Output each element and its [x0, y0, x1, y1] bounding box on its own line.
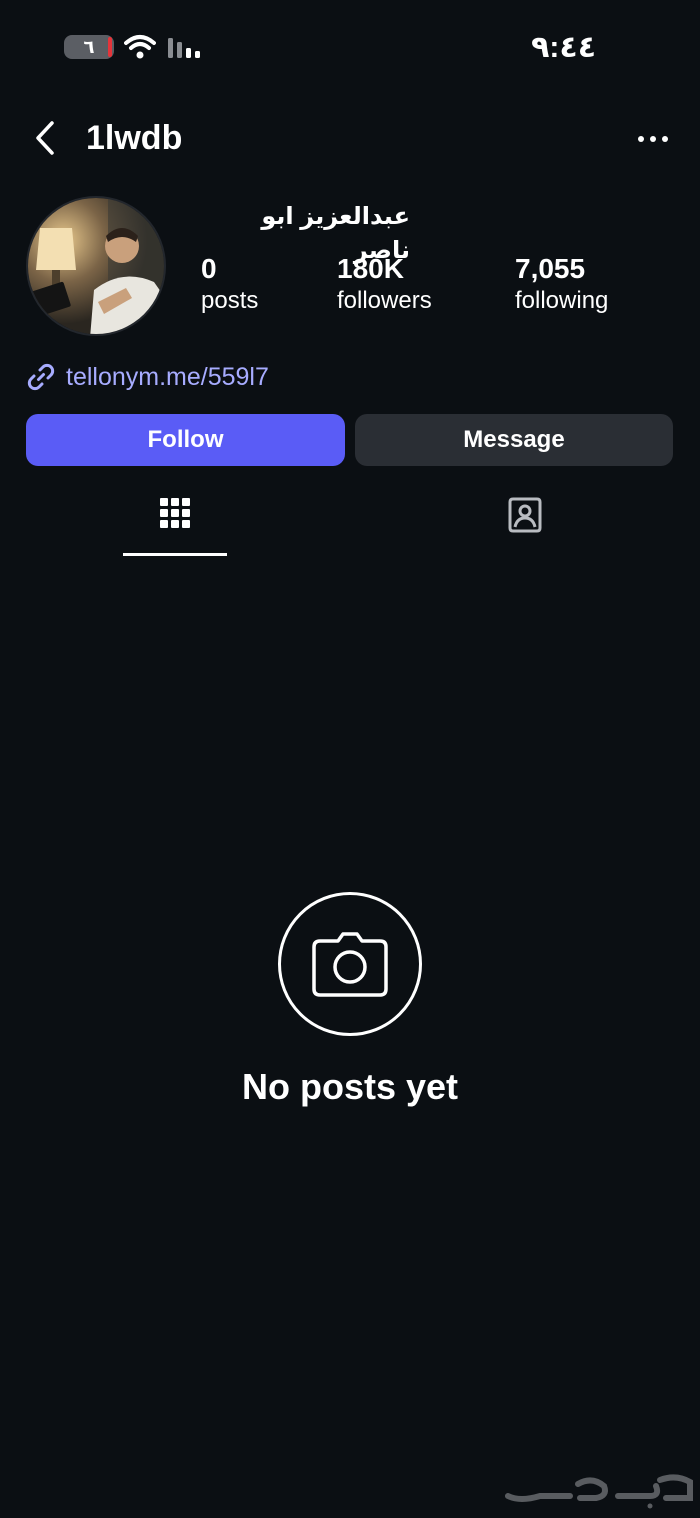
more-options-icon[interactable] — [636, 122, 670, 156]
back-arrow-icon[interactable] — [30, 118, 64, 158]
stat-posts[interactable]: 0 posts — [201, 252, 258, 316]
followers-label: followers — [337, 287, 432, 314]
tab-tagged[interactable] — [473, 496, 577, 558]
grid-icon — [160, 498, 190, 528]
message-button[interactable]: Message — [355, 414, 673, 466]
posts-label: posts — [201, 287, 259, 314]
following-label: following — [515, 287, 609, 314]
camera-icon — [312, 932, 388, 997]
profile-avatar[interactable] — [26, 196, 166, 336]
tagged-person-icon — [508, 497, 542, 533]
stat-followers[interactable]: 180K followers — [337, 252, 432, 316]
wifi-icon — [124, 35, 156, 59]
stat-following[interactable]: 7,055 following — [515, 252, 608, 316]
profile-header: 1lwdb — [0, 108, 700, 168]
link-icon — [27, 363, 55, 391]
profile-username: 1lwdb — [86, 119, 183, 157]
link-text: tellonym.me/559l7 — [66, 362, 269, 391]
status-time: ٩:٤٤ — [531, 31, 596, 64]
follow-button[interactable]: Follow — [26, 414, 345, 466]
empty-state-camera — [278, 892, 422, 1036]
battery-icon: ٦ — [64, 35, 114, 59]
posts-count: 0 — [201, 253, 217, 284]
profile-link[interactable]: tellonym.me/559l7 — [26, 360, 269, 394]
active-tab-indicator — [123, 553, 227, 556]
status-bar: ٦ ٩:٤٤ — [0, 0, 700, 96]
avatar-photo — [28, 198, 164, 334]
watermark-logo — [505, 1474, 693, 1509]
signal-icon — [168, 38, 200, 58]
battery-level: ٦ — [83, 37, 95, 57]
tab-posts-grid[interactable] — [123, 496, 227, 558]
empty-state-text: No posts yet — [241, 1066, 459, 1107]
followers-count: 180K — [337, 253, 404, 284]
profile-page: ٦ ٩:٤٤ 1lwdb عبدالعزيز ابو ناصر 0 posts … — [0, 0, 700, 1518]
following-count: 7,055 — [515, 253, 586, 284]
